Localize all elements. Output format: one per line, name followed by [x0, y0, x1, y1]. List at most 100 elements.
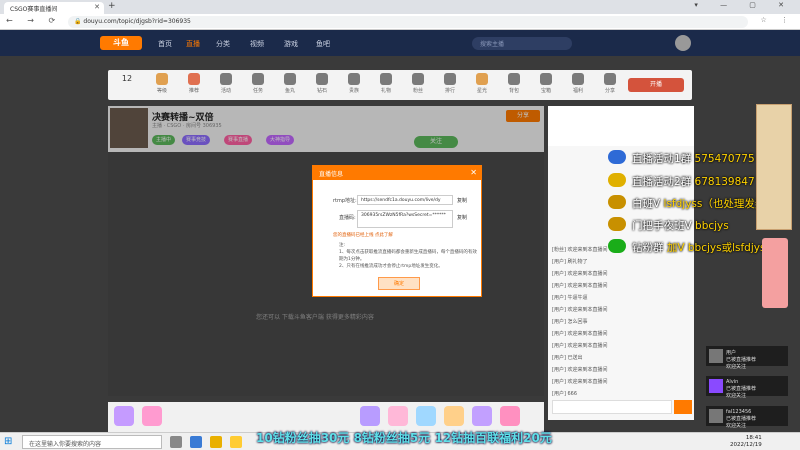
feat-item[interactable]: 任务: [244, 73, 272, 94]
code-label: 直播码:: [339, 215, 356, 221]
feat-item[interactable]: 礼物: [372, 73, 400, 94]
rtmp-label: rtmp地址:: [333, 198, 357, 204]
send-button[interactable]: [674, 400, 692, 414]
feat-item[interactable]: 星光: [468, 73, 496, 94]
chrome-icon[interactable]: [210, 436, 222, 448]
side-ad[interactable]: [756, 104, 792, 230]
overlay-line: 直播活动1群 575470775: [632, 153, 755, 165]
level-icon: [156, 73, 168, 85]
gift-icon[interactable]: [472, 406, 492, 426]
browser-tab[interactable]: CSGO赛事直播间 ✕: [4, 2, 104, 14]
feat-item[interactable]: 活动: [212, 73, 240, 94]
nav-live[interactable]: 直播: [186, 39, 200, 49]
chat-message: [用户] 怎么回事: [552, 319, 588, 325]
close-icon[interactable]: ✕: [470, 168, 477, 177]
fans-icon: [412, 73, 424, 85]
diamond-icon: [316, 73, 328, 85]
site-logo[interactable]: 斗鱼: [100, 36, 142, 50]
noble-icon: [348, 73, 360, 85]
chat-message: [用户] 欢迎来到本直播间: [552, 367, 608, 373]
start-live-button[interactable]: 开播: [628, 78, 684, 92]
chat-input[interactable]: [552, 400, 672, 414]
feat-item[interactable]: 鱼丸: [276, 73, 304, 94]
nav-yuba[interactable]: 鱼吧: [316, 39, 330, 49]
overlay-line: 门把手夜班V bbcjys: [632, 220, 729, 232]
gift-icon[interactable]: [142, 406, 162, 426]
windows-start-icon[interactable]: ⊞: [4, 436, 16, 448]
star-icon: [476, 73, 488, 85]
dialog-title: 直播信息 ✕: [313, 166, 481, 180]
chat-message: [用户] 欢迎来到本直播间: [552, 283, 608, 289]
overlay-line: 直播活动2群 678139847: [632, 176, 755, 188]
feat-item[interactable]: 排行: [436, 73, 464, 94]
search-input[interactable]: 搜索主播: [472, 37, 572, 50]
notification[interactable]: Alvin 已被直播推荐 欢迎关注: [706, 376, 788, 399]
live-info-dialog: 直播信息 ✕ rtmp地址: https://sendfc1a.douyu.co…: [312, 165, 482, 297]
bag-icon: [508, 73, 520, 85]
feat-item[interactable]: 福利: [564, 73, 592, 94]
address-bar-row: ← → ⟳ 🔒 douyu.com/topic/djgsb?rid=306935…: [0, 14, 800, 30]
welfare-icon: [572, 73, 584, 85]
feat-item[interactable]: 粉丝: [404, 73, 432, 94]
feat-item[interactable]: 背包: [500, 73, 528, 94]
chat-header: [548, 106, 694, 146]
feat-item[interactable]: 推荐: [180, 73, 208, 94]
chat-message: [用户] 牛逼牛逼: [552, 295, 588, 301]
task-view-icon[interactable]: [170, 436, 182, 448]
browser-toolbar-icons[interactable]: ☆ ⋮: [760, 16, 794, 24]
chat-message: [用户] 已送出: [552, 355, 583, 361]
nav-buttons[interactable]: ← → ⟳: [6, 16, 61, 25]
task-icon: [252, 73, 264, 85]
feat-item[interactable]: 宝箱: [532, 73, 560, 94]
url-input[interactable]: 🔒 douyu.com/topic/djgsb?rid=306935: [68, 16, 748, 28]
feat-item[interactable]: 分享: [596, 73, 624, 94]
dialog-notes: 注: 1、每次点击获取推流直播码都会重新生成直播码，每个直播码的有效期为1分钟。…: [339, 243, 477, 269]
chat-message: [用户] 欢迎来到本直播间: [552, 307, 608, 313]
copy-code-button[interactable]: 复制: [457, 214, 467, 221]
copy-rtmp-button[interactable]: 复制: [457, 197, 467, 204]
avatar[interactable]: [675, 35, 691, 51]
gift-icon[interactable]: [388, 406, 408, 426]
taskbar-clock[interactable]: 18:41 2022/12/19: [730, 435, 762, 449]
feat-item[interactable]: 贵族: [340, 73, 368, 94]
chat-message: [用户] 欢迎来到本直播间: [552, 331, 608, 337]
folder-icon[interactable]: [230, 436, 242, 448]
rtmp-address-field[interactable]: https://sendfc1a.douyu.com/live/dy: [357, 195, 453, 205]
chat-message: [用户] 欢迎来到本直播间: [552, 343, 608, 349]
feat-item[interactable]: 钻石: [308, 73, 336, 94]
room-level: 12: [121, 74, 133, 83]
gift-icon[interactable]: [444, 406, 464, 426]
nav-category[interactable]: 分类: [216, 39, 230, 49]
fishball-icon: [284, 73, 296, 85]
edge-icon[interactable]: [190, 436, 202, 448]
gift-icon[interactable]: [500, 406, 520, 426]
recommend-icon: [188, 73, 200, 85]
gift-icon: [380, 73, 392, 85]
confirm-button[interactable]: 确定: [378, 277, 420, 290]
nav-video[interactable]: 视频: [250, 39, 264, 49]
overlay-line: 钻粉群 加V bbcjys或lsfdjyss: [632, 242, 771, 254]
window-controls[interactable]: ▾ — ▢ ✕: [694, 1, 794, 9]
nav-home[interactable]: 首页: [158, 39, 172, 49]
chat-message: [用户] 666: [552, 391, 578, 397]
stream-code-field[interactable]: 306935rsZWzN5fRa?wsSecret=******: [357, 210, 453, 228]
notification[interactable]: fal123456 已被直播推荐 欢迎关注: [706, 406, 788, 429]
feat-item[interactable]: 等级: [148, 73, 176, 94]
code-warning: 您的直播码已经上线 点此了解: [333, 233, 393, 238]
chat-message: [用户] 欢迎来到本直播间: [552, 271, 608, 277]
gift-icon[interactable]: [360, 406, 380, 426]
side-ad-2[interactable]: [762, 238, 788, 308]
gift-icon[interactable]: [416, 406, 436, 426]
activity-icon: [220, 73, 232, 85]
taskbar-search-input[interactable]: 在这里输入你要搜索的内容: [22, 435, 162, 449]
promo-marquee: 10钻粉丝抽30元 8钻粉丝抽5元 12钻抽百联福利20元: [256, 431, 552, 445]
new-tab-icon[interactable]: +: [108, 1, 116, 11]
arrow-icon: [608, 195, 626, 209]
notification[interactable]: 用户 已被直播推荐 欢迎关注: [706, 346, 788, 370]
gift-icon[interactable]: [114, 406, 134, 426]
browser-tabbar: CSGO赛事直播间 ✕ + ▾ — ▢ ✕: [0, 0, 800, 14]
wechat-icon: [608, 239, 626, 253]
chat-message: [用户] 欢迎来到本直播间: [552, 379, 608, 385]
close-icon[interactable]: ✕: [94, 3, 100, 11]
nav-game[interactable]: 游戏: [284, 39, 298, 49]
